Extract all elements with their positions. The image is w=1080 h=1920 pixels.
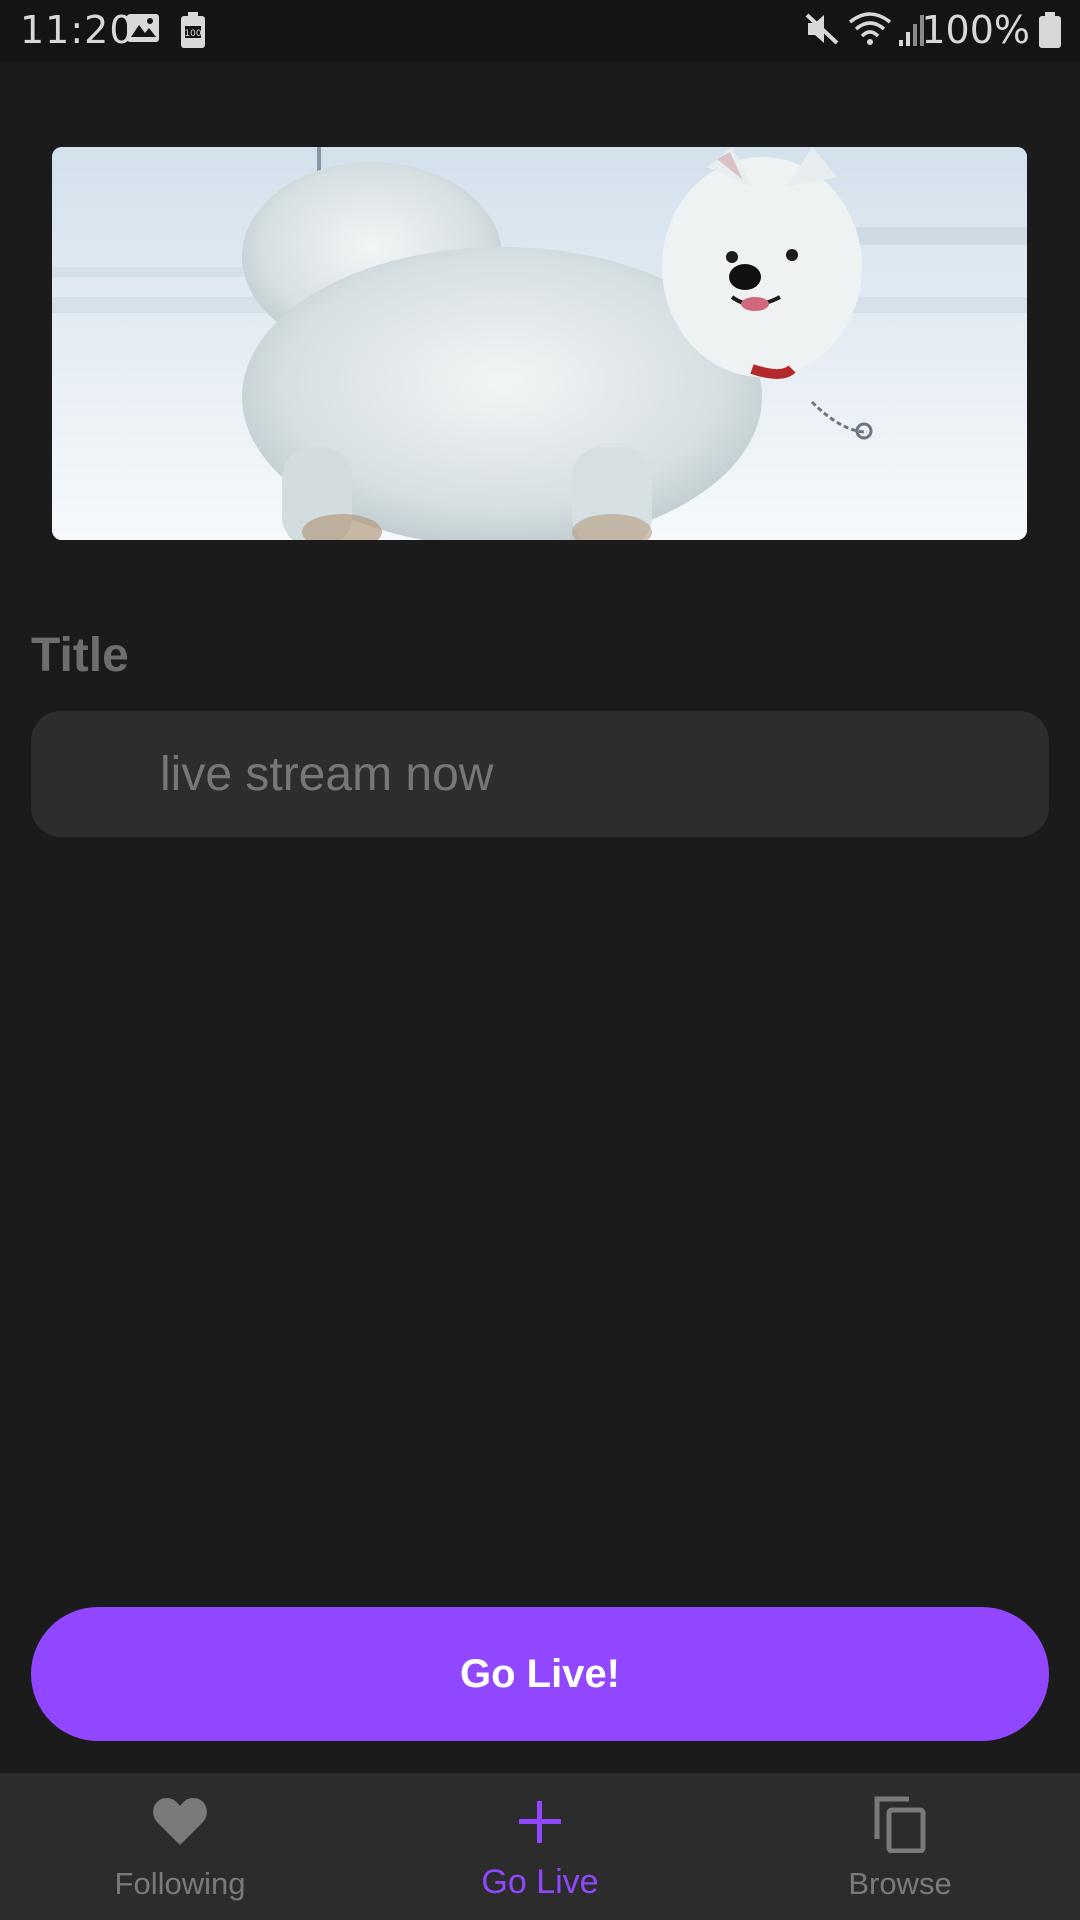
nav-item-browse[interactable]: Browse	[720, 1773, 1080, 1920]
image-icon	[127, 14, 159, 42]
mute-icon	[805, 13, 839, 45]
go-live-button[interactable]: Go Live!	[31, 1607, 1049, 1741]
copy-icon	[874, 1796, 926, 1853]
nav-item-go-live[interactable]: Go Live	[360, 1773, 720, 1920]
status-time: 11:20	[20, 8, 135, 52]
svg-text:100: 100	[184, 29, 201, 39]
heart-icon	[153, 1798, 207, 1845]
battery-percent: 100%	[921, 8, 1030, 52]
nav-label-go-live: Go Live	[481, 1863, 599, 1901]
status-bar: 11:20 100 100%	[0, 0, 1080, 62]
plus-icon	[519, 1801, 561, 1843]
title-input[interactable]	[158, 711, 1022, 839]
nav-label-following: Following	[114, 1866, 246, 1901]
battery-icon	[1039, 12, 1061, 48]
title-label: Title	[31, 629, 129, 682]
dog-thumbnail-image	[52, 147, 1027, 540]
wifi-icon	[848, 12, 892, 45]
bottom-navigation: Following Go Live Browse	[0, 1773, 1080, 1920]
nav-item-following[interactable]: Following	[0, 1773, 360, 1920]
title-input-container[interactable]	[31, 711, 1049, 839]
battery-saver-icon: 100	[181, 12, 205, 48]
nav-label-browse: Browse	[848, 1866, 952, 1901]
stream-thumbnail[interactable]	[52, 147, 1027, 540]
